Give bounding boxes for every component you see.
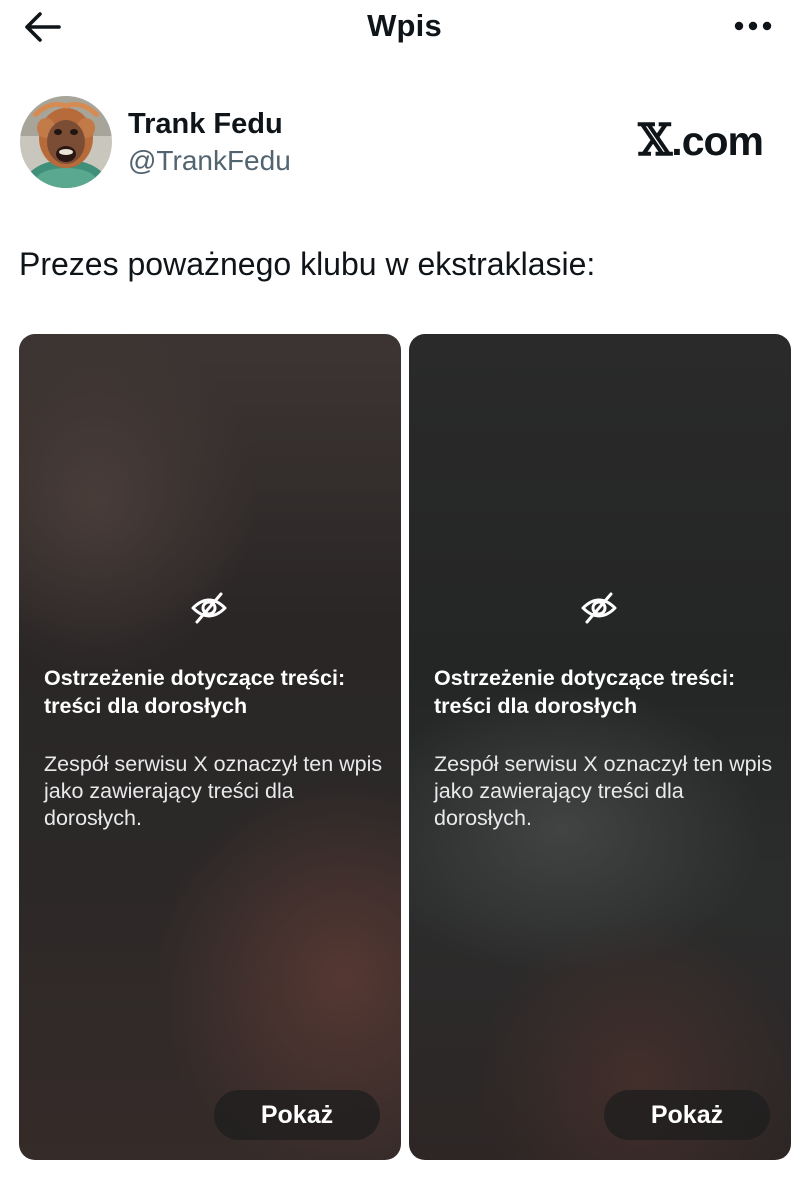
page-title: Wpis [367,8,442,43]
more-horizontal-icon [734,21,772,31]
post-page: Wpis Trank Fedu @TrankFedu 𝕏.com Prezes … [0,0,809,1200]
show-media-button[interactable]: Pokaż [214,1090,380,1140]
site-badge: 𝕏.com [638,115,764,166]
site-badge-suffix: .com [671,118,764,164]
eye-slash-icon [579,588,619,628]
top-bar: Wpis [0,0,809,56]
author-handle[interactable]: @TrankFedu [128,145,291,177]
sensitive-media-card[interactable]: Ostrzeżenie dotyczące treści: treści dla… [409,334,791,1160]
sensitive-media-card[interactable]: Ostrzeżenie dotyczące treści: treści dla… [19,334,401,1160]
content-warning-body: Zespół serwisu X oznaczył ten wpis jako … [434,752,773,830]
show-media-button[interactable]: Pokaż [604,1090,770,1140]
post-text: Prezes poważnego klubu w ekstraklasie: [19,246,596,282]
more-options-button[interactable] [733,19,773,33]
orangutan-avatar [20,96,112,188]
x-logo: 𝕏 [638,115,672,166]
content-warning-title: Ostrzeżenie dotyczące treści: treści dla… [434,666,736,718]
eye-slash-icon [189,588,229,628]
avatar[interactable] [20,96,112,188]
author-name[interactable]: Trank Fedu [128,108,283,141]
content-warning-body: Zespół serwisu X oznaczył ten wpis jako … [44,752,383,830]
content-warning-title: Ostrzeżenie dotyczące treści: treści dla… [44,666,346,718]
